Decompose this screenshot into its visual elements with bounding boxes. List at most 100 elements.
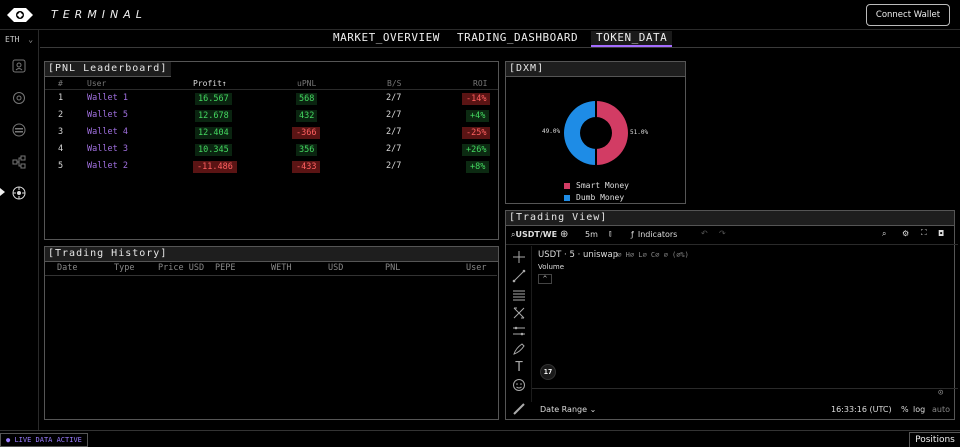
pattern-icon[interactable] [512,306,526,320]
logo-icon [7,8,33,22]
time-readout: 16:33:16 (UTC) [831,405,892,414]
pnl-leaderboard-panel: [PNL Leaderboard] # User Profit↑ uPNL B/… [44,61,499,240]
live-data-label: LIVE DATA ACTIVE [14,436,82,444]
function-icon: ƒ [631,230,634,239]
chart-symbol-title: USDT · 5 · uniswap [538,250,619,260]
column-header-roi[interactable]: ROI [473,79,487,88]
positions-button[interactable]: Positions [909,432,960,447]
target-icon[interactable] [11,90,27,106]
column-header-type[interactable]: Type [114,263,134,273]
smart-money-slice [596,101,628,165]
fullscreen-icon[interactable]: ⛶ [921,228,927,238]
settings-gear-icon[interactable]: ⊙ [938,388,943,398]
column-header-upnl[interactable]: uPNL [297,79,316,88]
dumb-money-slice [564,101,596,165]
tradingview-logo-icon[interactable]: 17 [540,364,556,380]
live-data-badge: ● LIVE DATA ACTIVE [0,433,88,447]
profit-header-label: Profit [193,79,222,88]
table-row[interactable]: 3 Wallet 4 12.404 -366 2/7 -25% [45,125,497,141]
collapse-legend-button[interactable]: ^ [538,274,552,284]
panel-title: [Trading View] [506,211,954,226]
ruler-icon[interactable] [512,402,526,416]
user-cell[interactable]: Wallet 5 [87,110,128,120]
column-header-date[interactable]: Date [57,263,77,273]
brand-title: TERMINAL [51,8,147,21]
gear-icon[interactable]: ⚙ [902,229,909,238]
column-header-weth[interactable]: WETH [271,263,291,273]
rank-cell: 2 [58,110,64,120]
column-header-profit[interactable]: Profit↑ [193,79,227,88]
auto-toggle[interactable]: auto [932,405,950,414]
chain-selector[interactable]: ETH ⌄ [5,35,33,44]
network-icon[interactable] [11,154,27,170]
trendline-icon[interactable] [512,269,526,283]
tab-market-overview[interactable]: MARKET_OVERVIEW [333,31,440,47]
redo-icon[interactable]: ↷ [719,229,726,238]
emoji-icon[interactable] [512,378,526,392]
profit-cell: 12.678 [195,110,232,122]
percent-toggle[interactable]: % [901,405,909,414]
column-header-rank: # [58,79,63,88]
chain-label: ETH [5,35,20,44]
user-cell[interactable]: Wallet 3 [87,144,128,154]
user-cell[interactable]: Wallet 2 [87,161,128,171]
trading-view-panel: [Trading View] ⌕USDT/WE ⊕ 5m ⫾ ƒ Indicato… [505,210,958,420]
tab-token-data[interactable]: TOKEN_DATA [591,31,673,47]
panel-title: [Trading History] [45,247,498,262]
column-header-pnl[interactable]: PNL [385,263,400,273]
radar-icon[interactable] [11,185,27,201]
candle-type-icon[interactable]: ⫾ [609,229,612,239]
symbol-label: USDT/WE [515,230,558,239]
camera-icon[interactable]: ◘ [938,229,944,238]
stack-icon[interactable] [11,122,27,138]
column-header-pepe[interactable]: PEPE [215,263,235,273]
user-icon[interactable] [11,58,27,74]
rank-cell: 3 [58,127,64,137]
panel-title: [PNL Leaderboard] [45,62,171,77]
upnl-cell: 356 [296,144,318,156]
active-indicator [0,188,5,196]
volume-label: Volume [538,263,565,271]
date-range-selector[interactable]: Date Range ⌄ [540,405,596,414]
column-header-user[interactable]: User [87,79,106,88]
dxm-panel: [DXM] 49.0% 51.0% Smart Money Dumb Money [505,61,686,204]
user-cell[interactable]: Wallet 1 [87,93,128,103]
upnl-cell: 432 [296,110,318,122]
tab-trading-dashboard[interactable]: TRADING_DASHBOARD [457,31,578,47]
dxm-donut-chart [564,99,628,167]
log-toggle[interactable]: log [913,405,925,414]
bs-cell: 2/7 [386,127,402,137]
fib-icon[interactable] [512,288,526,302]
table-row[interactable]: 5 Wallet 2 -11.486 -433 2/7 +8% [45,159,497,175]
rank-cell: 1 [58,93,64,103]
column-header-usd[interactable]: USD [328,263,343,273]
column-header-bs[interactable]: B/S [387,79,401,88]
bs-cell: 2/7 [386,110,402,120]
bs-cell: 2/7 [386,161,402,171]
column-header-user[interactable]: User [466,263,486,273]
symbol-search[interactable]: ⌕USDT/WE [511,230,557,240]
column-header-price[interactable]: Price USD [158,263,204,273]
indicators-button[interactable]: ƒ Indicators [631,230,677,239]
table-row[interactable]: 2 Wallet 5 12.678 432 2/7 +4% [45,108,497,124]
add-symbol-icon[interactable]: ⊕ [560,229,568,240]
roi-cell: +8% [466,161,490,173]
upnl-cell: -433 [292,161,321,173]
rank-cell: 4 [58,144,64,154]
table-row[interactable]: 1 Wallet 1 16.567 568 2/7 -14% [45,91,497,107]
undo-icon[interactable]: ↶ [701,229,708,238]
sort-arrow-icon: ↑ [221,79,227,88]
interval-selector[interactable]: 5m [585,230,598,239]
table-row[interactable]: 4 Wallet 3 10.345 356 2/7 +26% [45,142,497,158]
zoom-search-icon[interactable]: ⌕ [882,229,886,239]
user-cell[interactable]: Wallet 4 [87,127,128,137]
roi-cell: +26% [462,144,491,156]
crosshair-icon[interactable] [512,250,526,264]
brush-icon[interactable] [512,342,526,356]
smart-money-pct: 51.0% [630,129,649,136]
text-tool-icon[interactable]: T [512,360,526,375]
measure-icon[interactable] [512,324,526,338]
upnl-cell: -366 [292,127,321,139]
connect-wallet-button[interactable]: Connect Wallet [866,4,950,26]
header-divider [45,275,497,276]
